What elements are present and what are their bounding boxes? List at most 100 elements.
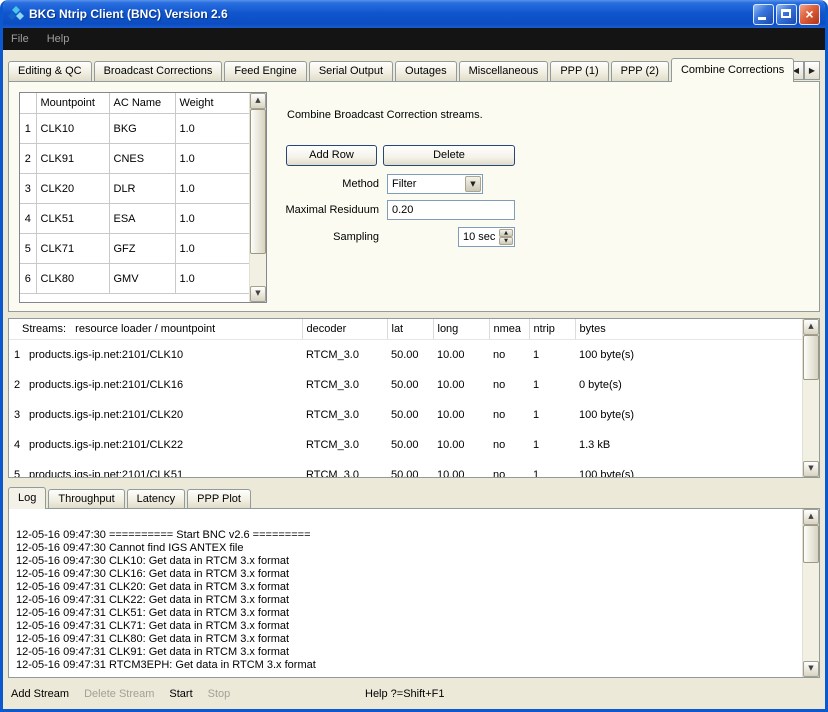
ac-name-cell: GFZ bbox=[109, 234, 175, 264]
ntrip-cell: 1 bbox=[529, 340, 575, 371]
main-tabbar: Editing & QCBroadcast CorrectionsFeed En… bbox=[8, 57, 785, 81]
action-start[interactable]: Start bbox=[169, 688, 192, 700]
combine-table-row[interactable]: 4CLK51ESA1.0 bbox=[20, 204, 249, 234]
scroll-up-button[interactable]: ▲ bbox=[803, 319, 819, 335]
tab-editing-qc[interactable]: Editing & QC bbox=[8, 61, 92, 81]
nmea-header: nmea bbox=[489, 319, 529, 340]
combo-dropdown-button[interactable]: ▼ bbox=[465, 176, 481, 192]
tab-serial-output[interactable]: Serial Output bbox=[309, 61, 393, 81]
decoder-cell: RTCM_3.0 bbox=[302, 400, 387, 430]
maximize-icon bbox=[781, 9, 791, 18]
action-add-stream[interactable]: Add Stream bbox=[11, 688, 69, 700]
combine-table-scrollbar: ▲ ▼ bbox=[249, 93, 266, 302]
scroll-down-button[interactable]: ▼ bbox=[803, 461, 819, 477]
arrow-down-icon: ▼ bbox=[251, 287, 265, 300]
mountpoint-header: Mountpoint bbox=[36, 93, 109, 114]
app-icon bbox=[8, 6, 24, 22]
spin-down-button[interactable]: ▼ bbox=[499, 237, 513, 245]
maximize-button[interactable] bbox=[776, 4, 797, 25]
row-number: 1 bbox=[9, 340, 25, 371]
scroll-thumb[interactable] bbox=[803, 525, 819, 563]
combine-table-row[interactable]: 6CLK80GMV1.0 bbox=[20, 264, 249, 294]
bytes-cell: 100 byte(s) bbox=[575, 460, 802, 478]
sampling-value: 10 sec bbox=[463, 231, 495, 243]
arrow-up-icon: ▲ bbox=[804, 320, 818, 333]
stream-row[interactable]: 4products.igs-ip.net:2101/CLK22RTCM_3.05… bbox=[9, 430, 802, 460]
tab-broadcast-corrections[interactable]: Broadcast Corrections bbox=[94, 61, 223, 81]
scroll-up-button[interactable]: ▲ bbox=[250, 93, 266, 109]
add-row-button[interactable]: Add Row bbox=[286, 145, 377, 166]
log-line: 12-05-16 09:47:31 RTCM3EPH: Get data in … bbox=[16, 659, 795, 672]
weight-cell: 1.0 bbox=[175, 264, 249, 294]
ntrip-header: ntrip bbox=[529, 319, 575, 340]
combine-header-row: Mountpoint AC Name Weight bbox=[20, 93, 249, 114]
row-number: 6 bbox=[20, 264, 36, 294]
stream-row[interactable]: 2products.igs-ip.net:2101/CLK16RTCM_3.05… bbox=[9, 370, 802, 400]
bytes-cell: 0 byte(s) bbox=[575, 370, 802, 400]
combine-table-row[interactable]: 1CLK10BKG1.0 bbox=[20, 114, 249, 144]
tab-throughput[interactable]: Throughput bbox=[48, 489, 124, 508]
stream-row[interactable]: 1products.igs-ip.net:2101/CLK10RTCM_3.05… bbox=[9, 340, 802, 371]
log-line: 12-05-16 09:47:30 Cannot find IGS ANTEX … bbox=[16, 542, 795, 555]
sampling-spinbox[interactable]: 10 sec ▲ ▼ bbox=[458, 227, 515, 247]
help-hint: Help ?=Shift+F1 bbox=[365, 688, 445, 700]
decoder-cell: RTCM_3.0 bbox=[302, 340, 387, 371]
combine-table-row[interactable]: 5CLK71GFZ1.0 bbox=[20, 234, 249, 264]
tab-combine-corrections[interactable]: Combine Corrections bbox=[671, 58, 794, 82]
spin-up-button[interactable]: ▲ bbox=[499, 229, 513, 237]
scroll-track[interactable] bbox=[250, 109, 266, 286]
minimize-button[interactable] bbox=[753, 4, 774, 25]
lat-cell: 50.00 bbox=[387, 460, 433, 478]
arrow-up-icon: ▲ bbox=[251, 94, 265, 107]
spinner-buttons: ▲ ▼ bbox=[499, 229, 513, 245]
log-line: 12-05-16 09:47:31 CLK71: Get data in RTC… bbox=[16, 620, 795, 633]
tab-log[interactable]: Log bbox=[8, 487, 46, 509]
scroll-thumb[interactable] bbox=[803, 335, 819, 380]
delete-button[interactable]: Delete bbox=[383, 145, 515, 166]
scroll-down-button[interactable]: ▼ bbox=[803, 661, 819, 677]
arrow-up-icon: ▲ bbox=[804, 510, 818, 523]
method-select[interactable]: Filter ▼ bbox=[387, 174, 483, 194]
titlebar[interactable]: BKG Ntrip Client (BNC) Version 2.6 × bbox=[3, 0, 825, 28]
minimize-icon bbox=[758, 17, 766, 20]
long-header: long bbox=[433, 319, 489, 340]
decoder-cell: RTCM_3.0 bbox=[302, 460, 387, 478]
tab-ppp-1[interactable]: PPP (1) bbox=[550, 61, 608, 81]
long-cell: 10.00 bbox=[433, 460, 489, 478]
arrow-down-icon: ▼ bbox=[804, 462, 818, 475]
tab-ppp-2[interactable]: PPP (2) bbox=[611, 61, 669, 81]
log-panel: 12-05-16 09:47:30 ========== Start BNC v… bbox=[8, 508, 820, 678]
tab-feed-engine[interactable]: Feed Engine bbox=[224, 61, 306, 81]
combine-table: Mountpoint AC Name Weight 1CLK10BKG1.02C… bbox=[19, 92, 267, 303]
lat-cell: 50.00 bbox=[387, 340, 433, 371]
action-delete-stream: Delete Stream bbox=[84, 688, 154, 700]
weight-cell: 1.0 bbox=[175, 114, 249, 144]
nmea-cell: no bbox=[489, 430, 529, 460]
scroll-down-button[interactable]: ▼ bbox=[250, 286, 266, 302]
tab-outages[interactable]: Outages bbox=[395, 61, 457, 81]
scroll-track[interactable] bbox=[803, 335, 819, 461]
mountpoint-cell: CLK20 bbox=[36, 174, 109, 204]
long-cell: 10.00 bbox=[433, 370, 489, 400]
tab-latency[interactable]: Latency bbox=[127, 489, 186, 508]
nmea-cell: no bbox=[489, 340, 529, 371]
combine-table-row[interactable]: 2CLK91CNES1.0 bbox=[20, 144, 249, 174]
long-cell: 10.00 bbox=[433, 430, 489, 460]
menu-help[interactable]: Help bbox=[47, 33, 70, 45]
tab-scroll-right-button[interactable]: ▶ bbox=[804, 61, 820, 80]
scroll-track[interactable] bbox=[803, 525, 819, 661]
stream-row[interactable]: 5products.igs-ip.net:2101/CLK51RTCM_3.05… bbox=[9, 460, 802, 478]
mountpoint-cell: products.igs-ip.net:2101/CLK16 bbox=[25, 370, 302, 400]
menu-file[interactable]: File bbox=[11, 33, 29, 45]
arrow-right-icon: ▶ bbox=[809, 66, 815, 75]
mountpoint-cell: CLK51 bbox=[36, 204, 109, 234]
combine-table-row[interactable]: 3CLK20DLR1.0 bbox=[20, 174, 249, 204]
weight-cell: 1.0 bbox=[175, 174, 249, 204]
scroll-up-button[interactable]: ▲ bbox=[803, 509, 819, 525]
close-button[interactable]: × bbox=[799, 4, 820, 25]
tab-miscellaneous[interactable]: Miscellaneous bbox=[459, 61, 549, 81]
tab-ppp-plot[interactable]: PPP Plot bbox=[187, 489, 251, 508]
stream-row[interactable]: 3products.igs-ip.net:2101/CLK20RTCM_3.05… bbox=[9, 400, 802, 430]
streams-scrollbar: ▲ ▼ bbox=[802, 319, 819, 477]
maximal-residuum-input[interactable] bbox=[387, 200, 515, 220]
